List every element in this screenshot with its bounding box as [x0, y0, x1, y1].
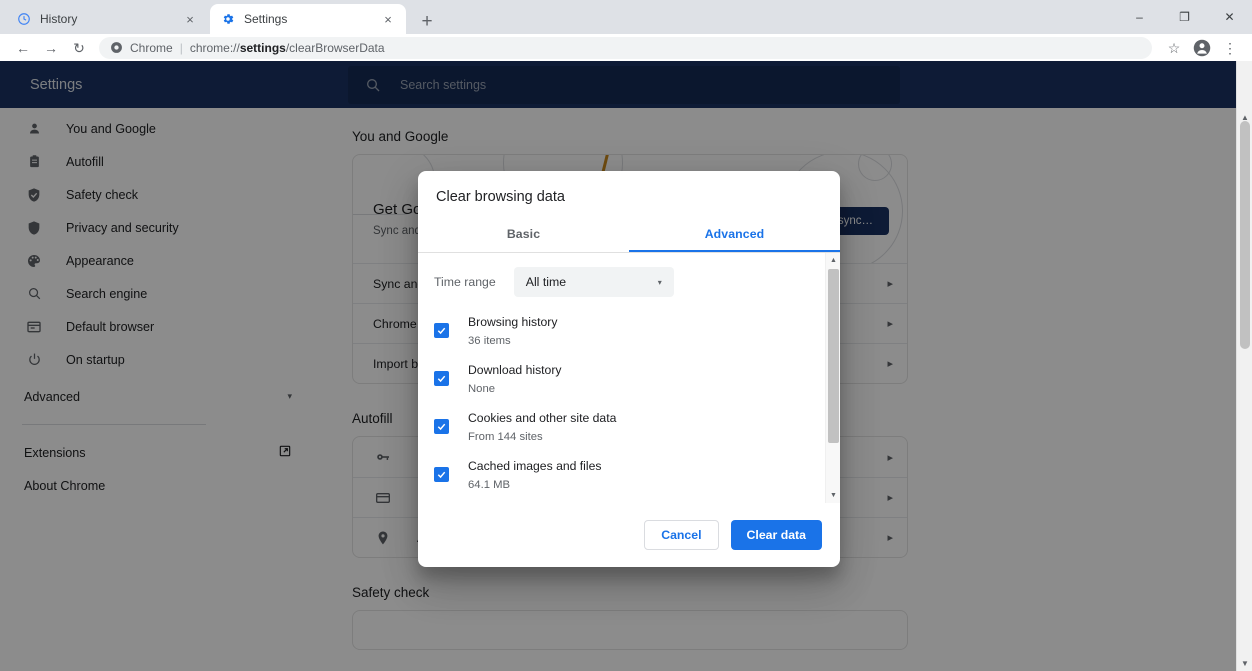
tab-basic[interactable]: Basic	[418, 215, 629, 252]
page-scrollbar[interactable]: ▲ ▼	[1236, 61, 1252, 671]
tab-title: Settings	[244, 12, 288, 26]
url-bold: settings	[239, 40, 286, 55]
checkbox-label: Browsing history	[468, 315, 558, 329]
checkbox-row-cookies[interactable]: Cookies and other site data From 144 sit…	[418, 403, 822, 451]
data-type-checklist: Browsing history 36 items Download histo…	[418, 303, 822, 503]
dialog-tabs: Basic Advanced	[418, 215, 840, 253]
checkbox-row-passwords[interactable]: Passwords and other sign-in data None	[418, 499, 822, 503]
clear-data-button[interactable]: Clear data	[730, 520, 822, 550]
time-range-value: All time	[525, 275, 567, 289]
time-range-label: Time range	[434, 275, 496, 289]
dialog-scrollbar[interactable]: ▲ ▼	[825, 253, 840, 503]
dialog-title: Clear browsing data	[436, 189, 565, 205]
checkbox-sublabel: 36 items	[468, 335, 511, 347]
url-suffix: /clearBrowserData	[285, 40, 385, 55]
minimize-icon[interactable]: –	[1117, 0, 1162, 34]
checkbox-checked-icon[interactable]	[434, 371, 449, 386]
checkbox-sublabel: 64.1 MB	[468, 479, 511, 491]
settings-gear-icon	[220, 11, 236, 27]
tab-active-indicator	[629, 250, 840, 252]
window-controls: – ❐ ✕	[1117, 0, 1252, 34]
dialog-content: Time range All time ▾ Browsing history 3…	[418, 253, 840, 503]
url-text: chrome://settings/clearBrowserData	[190, 41, 385, 55]
clear-browsing-data-dialog: Clear browsing data Basic Advanced Time …	[418, 171, 840, 567]
checkbox-row-cached-images[interactable]: Cached images and files 64.1 MB	[418, 451, 822, 499]
checkbox-label: Cookies and other site data	[468, 411, 617, 425]
time-range-select[interactable]: All time ▾	[513, 267, 674, 297]
back-arrow-icon[interactable]: ←	[9, 36, 37, 60]
checkbox-sublabel: None	[468, 383, 496, 395]
chevron-down-icon: ▾	[657, 277, 662, 287]
checkbox-row-download-history[interactable]: Download history None	[418, 355, 822, 403]
browser-window: History × Settings × + – ❐ ✕ ← → ↻ Chrom…	[0, 0, 1252, 671]
scroll-down-arrow-icon[interactable]: ▼	[1237, 655, 1252, 671]
dialog-actions: Cancel Clear data	[418, 503, 840, 567]
reload-icon[interactable]: ↻	[65, 36, 93, 60]
security-label: Chrome	[130, 40, 173, 55]
checkbox-label: Cached images and files	[468, 459, 602, 473]
scroll-down-arrow-icon[interactable]: ▼	[826, 488, 840, 503]
chrome-logo-icon	[109, 41, 123, 55]
checkbox-row-browsing-history[interactable]: Browsing history 36 items	[418, 307, 822, 355]
close-icon[interactable]: ×	[380, 11, 396, 27]
dialog-scrollbar-thumb[interactable]	[828, 269, 839, 443]
avatar[interactable]	[1188, 36, 1216, 60]
tab-strip: History × Settings × + – ❐ ✕	[0, 0, 1252, 34]
bookmark-star-icon[interactable]: ☆	[1160, 36, 1188, 60]
omnibox-separator: |	[179, 40, 183, 55]
close-window-icon[interactable]: ✕	[1207, 0, 1252, 34]
toolbar-right-actions: ☆ ⋮	[1160, 36, 1244, 60]
checkbox-checked-icon[interactable]	[434, 323, 449, 338]
history-clock-icon	[16, 11, 32, 27]
checkbox-sublabel: From 144 sites	[468, 431, 543, 443]
chrome-menu-icon[interactable]: ⋮	[1216, 36, 1244, 60]
browser-toolbar: ← → ↻ Chrome | chrome://settings/clearBr…	[0, 34, 1252, 61]
tab-advanced[interactable]: Advanced	[629, 215, 840, 252]
forward-arrow-icon[interactable]: →	[37, 36, 65, 60]
browser-tab-history[interactable]: History ×	[6, 4, 208, 34]
close-icon[interactable]: ×	[182, 11, 198, 27]
dialog-scroll-area: Time range All time ▾ Browsing history 3…	[418, 253, 840, 503]
time-range-control: Time range All time ▾	[418, 253, 822, 303]
browser-tab-settings[interactable]: Settings ×	[210, 4, 406, 34]
scroll-up-arrow-icon[interactable]: ▲	[826, 253, 840, 268]
tab-title: History	[40, 12, 78, 26]
page-scrollbar-thumb[interactable]	[1240, 121, 1250, 349]
maximize-icon[interactable]: ❐	[1162, 0, 1207, 34]
checkbox-label: Download history	[468, 363, 562, 377]
checkbox-checked-icon[interactable]	[434, 419, 449, 434]
new-tab-button[interactable]: +	[414, 8, 440, 34]
address-bar[interactable]: Chrome | chrome://settings/clearBrowserD…	[99, 36, 1152, 59]
checkbox-checked-icon[interactable]	[434, 467, 449, 482]
url-prefix: chrome://	[189, 40, 240, 55]
cancel-button[interactable]: Cancel	[644, 520, 719, 550]
